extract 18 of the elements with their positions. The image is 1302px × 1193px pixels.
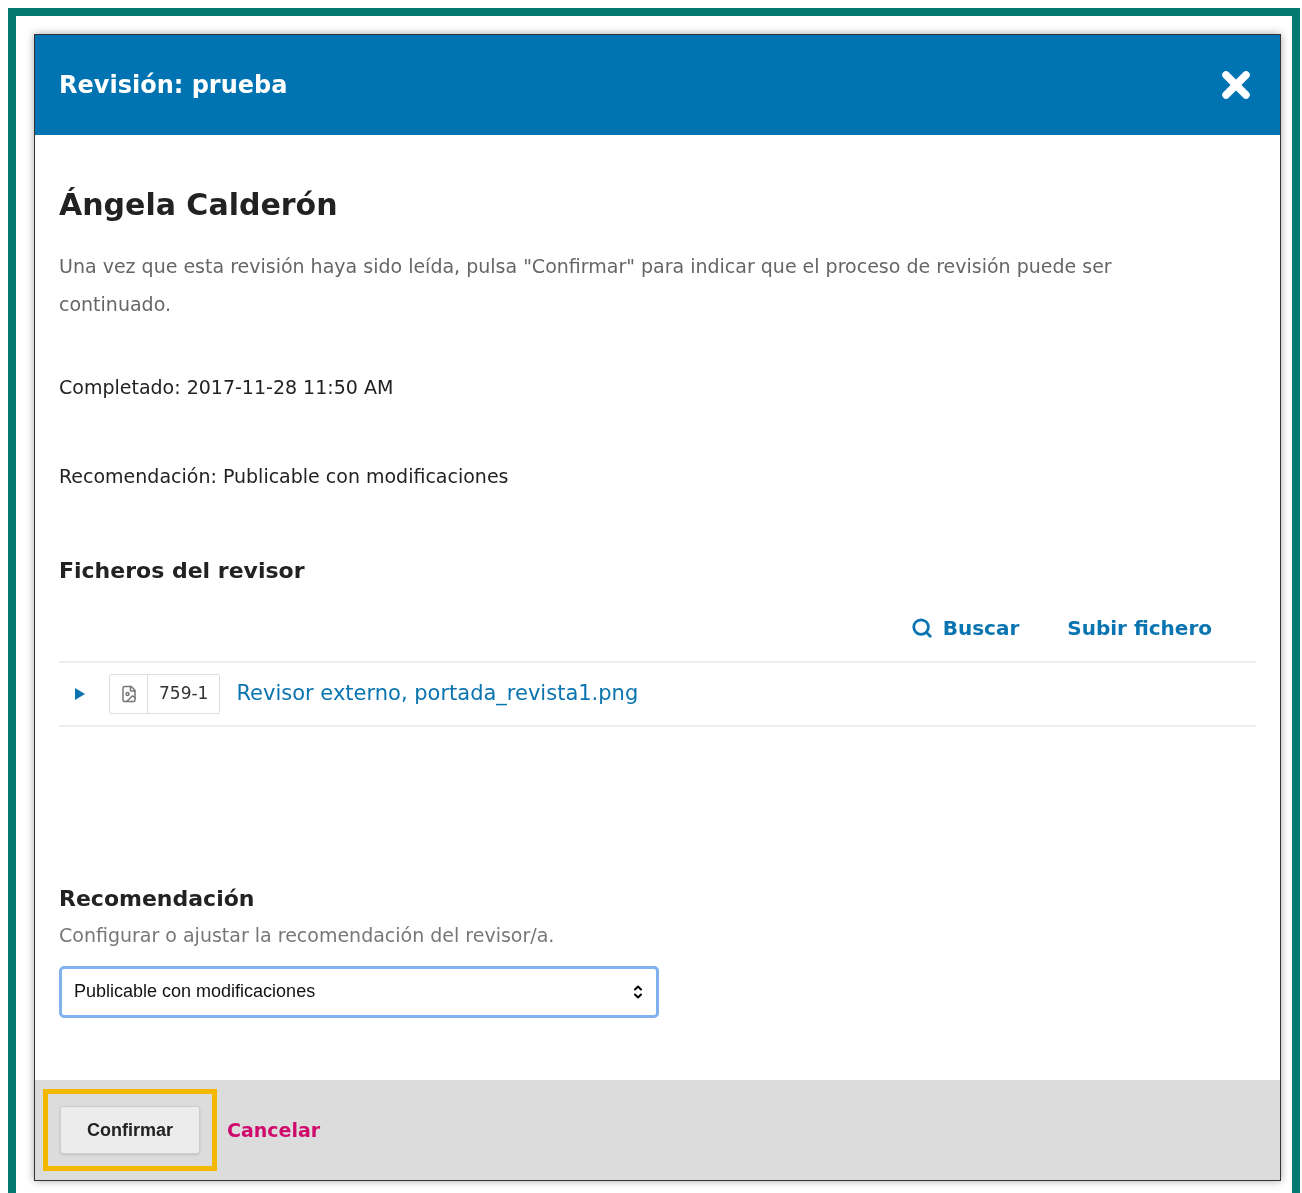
- search-label: Buscar: [942, 615, 1020, 642]
- recommendation-heading: Recomendación: [59, 885, 256, 913]
- modal-title: Revisión: prueba: [59, 70, 288, 101]
- recommendation-text: Recomendación: Publicable con modificaciones: [59, 463, 510, 489]
- reviewer-name: Ángela Calderón: [59, 186, 339, 224]
- search-link[interactable]: Buscar: [910, 613, 1020, 643]
- file-link[interactable]: Revisor externo, portada_revista1.png: [236, 678, 639, 710]
- confirm-button[interactable]: Confirmar: [60, 1106, 200, 1154]
- image-file-icon: [119, 685, 138, 703]
- search-icon: [910, 617, 933, 639]
- upload-file-link[interactable]: Subir fichero: [1067, 613, 1212, 643]
- files-heading: Ficheros del revisor: [59, 557, 306, 585]
- recommendation-description: Configurar o ajustar la recomendación del revisor/a.: [59, 923, 556, 948]
- cancel-link[interactable]: Cancelar: [227, 1115, 321, 1145]
- completed-date: Completado: 2017-11-28 11:50 AM: [59, 375, 395, 400]
- recommendation-select[interactable]: Publicable con modificaciones: [59, 965, 659, 1018]
- instructions-text: Una vez que esta revisión haya sido leída, pulsa "Confirmar" para indicar que el proceso de revisión puede ser continuado.: [59, 254, 1113, 317]
- file-id: 759-1: [158, 682, 210, 706]
